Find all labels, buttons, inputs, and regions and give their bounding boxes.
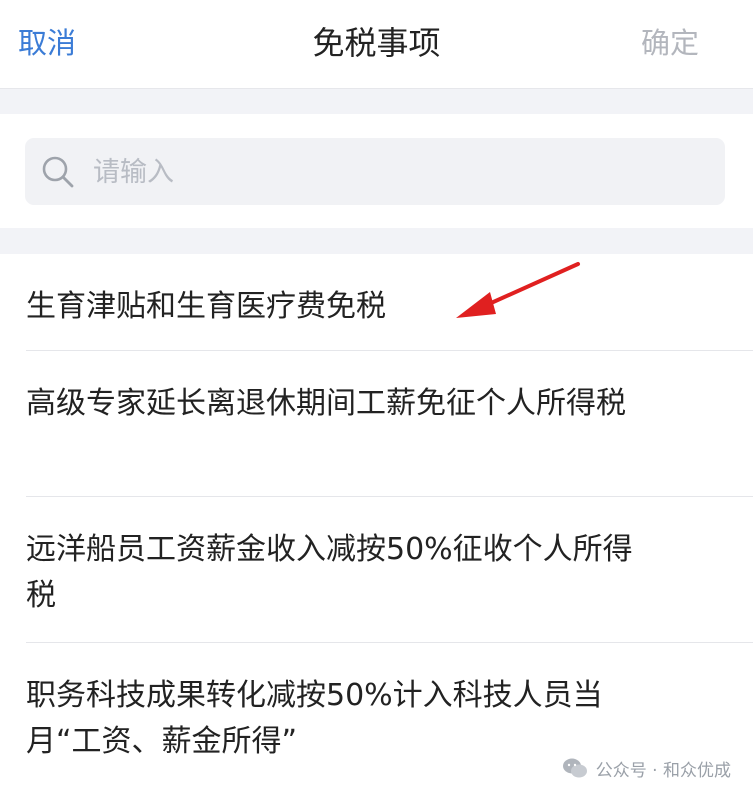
- list-item[interactable]: 远洋船员工资薪金收入减按50%征收个人所得税: [26, 527, 753, 619]
- divider: [26, 350, 753, 351]
- list-item[interactable]: 高级专家延长离退休期间工薪免征个人所得税: [26, 381, 753, 427]
- nav-header: 取消 免税事项 确定: [0, 0, 753, 89]
- confirm-button[interactable]: 确定: [641, 23, 699, 63]
- search-icon: [42, 156, 74, 188]
- list-item-label: 远洋船员工资薪金收入减按50%征收个人所得税: [26, 532, 633, 613]
- divider: [26, 496, 753, 497]
- wechat-logo-icon: [562, 758, 587, 778]
- search-panel: [0, 114, 753, 228]
- list-item[interactable]: 生育津贴和生育医疗费免税: [26, 284, 753, 330]
- search-input[interactable]: [91, 148, 695, 196]
- watermark: 公众号 · 和众优成: [562, 754, 731, 782]
- exemption-list: 生育津贴和生育医疗费免税 高级专家延长离退休期间工薪免征个人所得税 远洋船员工资…: [0, 254, 753, 798]
- watermark-text: 公众号 · 和众优成: [595, 760, 731, 781]
- list-item-label: 职务科技成果转化减按50%计入科技人员当月“工资、薪金所得”: [26, 678, 603, 759]
- list-item-label: 高级专家延长离退休期间工薪免征个人所得税: [26, 386, 626, 421]
- red-arrow-annotation-icon: [456, 262, 580, 318]
- divider: [26, 642, 753, 643]
- search-box[interactable]: [25, 138, 725, 205]
- list-item[interactable]: 职务科技成果转化减按50%计入科技人员当月“工资、薪金所得”: [26, 673, 753, 765]
